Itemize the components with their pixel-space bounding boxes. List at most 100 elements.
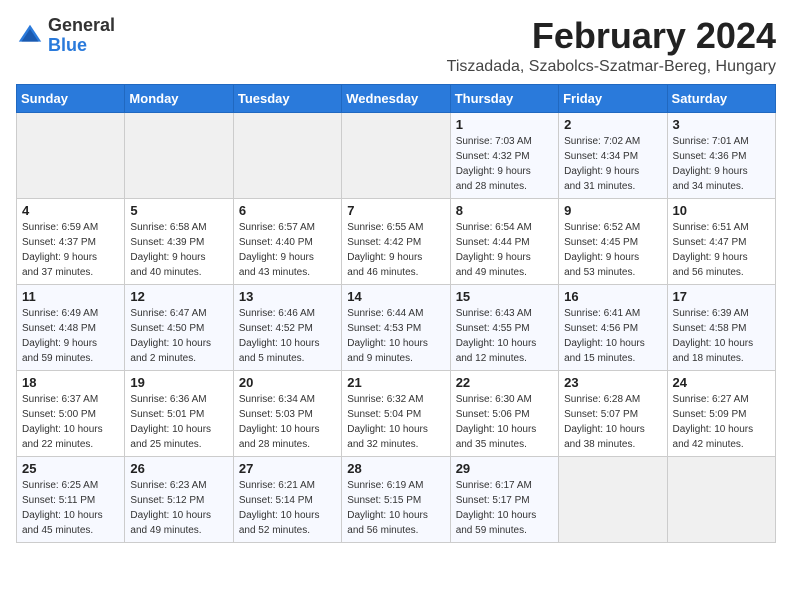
column-header-friday: Friday xyxy=(559,84,667,112)
calendar-cell xyxy=(342,112,450,198)
day-info: Sunrise: 6:23 AM Sunset: 5:12 PM Dayligh… xyxy=(130,478,227,538)
day-number: 25 xyxy=(22,461,119,476)
day-info: Sunrise: 6:36 AM Sunset: 5:01 PM Dayligh… xyxy=(130,392,227,452)
day-number: 3 xyxy=(673,117,770,132)
column-header-sunday: Sunday xyxy=(17,84,125,112)
day-info: Sunrise: 6:51 AM Sunset: 4:47 PM Dayligh… xyxy=(673,220,770,280)
calendar-cell: 4Sunrise: 6:59 AM Sunset: 4:37 PM Daylig… xyxy=(17,198,125,284)
day-info: Sunrise: 6:21 AM Sunset: 5:14 PM Dayligh… xyxy=(239,478,336,538)
calendar-cell: 22 Sunrise: 6:30 AM Sunset: 5:06 PM Dayli… xyxy=(450,370,558,456)
calendar-cell xyxy=(667,456,775,542)
day-info: Sunrise: 6:44 AM Sunset: 4:53 PM Dayligh… xyxy=(347,306,444,366)
day-number: 16 xyxy=(564,289,661,304)
day-number: 18 xyxy=(22,375,119,390)
calendar-week-row: 18 Sunrise: 6:37 AM Sunset: 5:00 PM Dayli… xyxy=(17,370,776,456)
main-title: February 2024 xyxy=(447,16,776,56)
calendar-header-row: SundayMondayTuesdayWednesdayThursdayFrid… xyxy=(17,84,776,112)
day-number: 7 xyxy=(347,203,444,218)
logo: General Blue xyxy=(16,16,115,56)
day-number: 23 xyxy=(564,375,661,390)
day-number: 29 xyxy=(456,461,553,476)
calendar-cell: 17Sunrise: 6:39 AM Sunset: 4:58 PM Dayli… xyxy=(667,284,775,370)
calendar-cell: 23 Sunrise: 6:28 AM Sunset: 5:07 PM Dayli… xyxy=(559,370,667,456)
calendar-cell: 8Sunrise: 6:54 AM Sunset: 4:44 PM Daylig… xyxy=(450,198,558,284)
day-info: Sunrise: 6:58 AM Sunset: 4:39 PM Dayligh… xyxy=(130,220,227,280)
column-header-tuesday: Tuesday xyxy=(233,84,341,112)
calendar-cell: 25 Sunrise: 6:25 AM Sunset: 5:11 PM Dayli… xyxy=(17,456,125,542)
header: General Blue February 2024 Tiszadada, Sz… xyxy=(16,16,776,76)
day-info: Sunrise: 6:46 AM Sunset: 4:52 PM Dayligh… xyxy=(239,306,336,366)
day-number: 17 xyxy=(673,289,770,304)
day-info: Sunrise: 6:17 AM Sunset: 5:17 PM Dayligh… xyxy=(456,478,553,538)
calendar-week-row: 11Sunrise: 6:49 AM Sunset: 4:48 PM Dayli… xyxy=(17,284,776,370)
day-info: Sunrise: 6:47 AM Sunset: 4:50 PM Dayligh… xyxy=(130,306,227,366)
subtitle: Tiszadada, Szabolcs-Szatmar-Bereg, Hunga… xyxy=(447,58,776,76)
calendar-week-row: 25 Sunrise: 6:25 AM Sunset: 5:11 PM Dayli… xyxy=(17,456,776,542)
day-info: Sunrise: 6:19 AM Sunset: 5:15 PM Dayligh… xyxy=(347,478,444,538)
calendar-cell: 9Sunrise: 6:52 AM Sunset: 4:45 PM Daylig… xyxy=(559,198,667,284)
calendar-cell: 19 Sunrise: 6:36 AM Sunset: 5:01 PM Dayli… xyxy=(125,370,233,456)
day-info: Sunrise: 6:32 AM Sunset: 5:04 PM Dayligh… xyxy=(347,392,444,452)
day-info: Sunrise: 7:01 AM Sunset: 4:36 PM Dayligh… xyxy=(673,134,770,194)
calendar-cell: 18 Sunrise: 6:37 AM Sunset: 5:00 PM Dayli… xyxy=(17,370,125,456)
calendar-cell: 21 Sunrise: 6:32 AM Sunset: 5:04 PM Dayli… xyxy=(342,370,450,456)
day-info: Sunrise: 7:02 AM Sunset: 4:34 PM Dayligh… xyxy=(564,134,661,194)
calendar-cell: 7 Sunrise: 6:55 AM Sunset: 4:42 PM Daylig… xyxy=(342,198,450,284)
calendar-week-row: 4Sunrise: 6:59 AM Sunset: 4:37 PM Daylig… xyxy=(17,198,776,284)
day-number: 15 xyxy=(456,289,553,304)
calendar-cell xyxy=(17,112,125,198)
day-number: 5 xyxy=(130,203,227,218)
day-info: Sunrise: 7:03 AM Sunset: 4:32 PM Dayligh… xyxy=(456,134,553,194)
calendar-table: SundayMondayTuesdayWednesdayThursdayFrid… xyxy=(16,84,776,543)
calendar-cell: 24Sunrise: 6:27 AM Sunset: 5:09 PM Dayli… xyxy=(667,370,775,456)
day-info: Sunrise: 6:41 AM Sunset: 4:56 PM Dayligh… xyxy=(564,306,661,366)
day-info: Sunrise: 6:27 AM Sunset: 5:09 PM Dayligh… xyxy=(673,392,770,452)
day-info: Sunrise: 6:54 AM Sunset: 4:44 PM Dayligh… xyxy=(456,220,553,280)
day-number: 9 xyxy=(564,203,661,218)
day-number: 22 xyxy=(456,375,553,390)
title-area: February 2024 Tiszadada, Szabolcs-Szatma… xyxy=(447,16,776,76)
day-info: Sunrise: 6:25 AM Sunset: 5:11 PM Dayligh… xyxy=(22,478,119,538)
calendar-cell: 29 Sunrise: 6:17 AM Sunset: 5:17 PM Dayli… xyxy=(450,456,558,542)
calendar-cell: 11Sunrise: 6:49 AM Sunset: 4:48 PM Dayli… xyxy=(17,284,125,370)
calendar-cell: 10 Sunrise: 6:51 AM Sunset: 4:47 PM Dayli… xyxy=(667,198,775,284)
calendar-cell xyxy=(233,112,341,198)
column-header-wednesday: Wednesday xyxy=(342,84,450,112)
calendar-cell: 15 Sunrise: 6:43 AM Sunset: 4:55 PM Dayli… xyxy=(450,284,558,370)
logo-text: General Blue xyxy=(48,16,115,56)
calendar-cell: 26 Sunrise: 6:23 AM Sunset: 5:12 PM Dayli… xyxy=(125,456,233,542)
day-number: 28 xyxy=(347,461,444,476)
day-info: Sunrise: 6:37 AM Sunset: 5:00 PM Dayligh… xyxy=(22,392,119,452)
calendar-week-row: 1 Sunrise: 7:03 AM Sunset: 4:32 PM Daylig… xyxy=(17,112,776,198)
day-number: 20 xyxy=(239,375,336,390)
day-info: Sunrise: 6:57 AM Sunset: 4:40 PM Dayligh… xyxy=(239,220,336,280)
day-number: 6 xyxy=(239,203,336,218)
day-number: 19 xyxy=(130,375,227,390)
day-number: 14 xyxy=(347,289,444,304)
calendar-cell: 1 Sunrise: 7:03 AM Sunset: 4:32 PM Daylig… xyxy=(450,112,558,198)
day-info: Sunrise: 6:43 AM Sunset: 4:55 PM Dayligh… xyxy=(456,306,553,366)
day-number: 1 xyxy=(456,117,553,132)
day-number: 27 xyxy=(239,461,336,476)
calendar-cell: 14 Sunrise: 6:44 AM Sunset: 4:53 PM Dayli… xyxy=(342,284,450,370)
day-number: 26 xyxy=(130,461,227,476)
day-number: 2 xyxy=(564,117,661,132)
column-header-thursday: Thursday xyxy=(450,84,558,112)
column-header-monday: Monday xyxy=(125,84,233,112)
day-info: Sunrise: 6:34 AM Sunset: 5:03 PM Dayligh… xyxy=(239,392,336,452)
calendar-cell: 13Sunrise: 6:46 AM Sunset: 4:52 PM Dayli… xyxy=(233,284,341,370)
calendar-cell xyxy=(125,112,233,198)
calendar-cell: 12 Sunrise: 6:47 AM Sunset: 4:50 PM Dayli… xyxy=(125,284,233,370)
logo-icon xyxy=(16,22,44,50)
day-info: Sunrise: 6:59 AM Sunset: 4:37 PM Dayligh… xyxy=(22,220,119,280)
day-info: Sunrise: 6:55 AM Sunset: 4:42 PM Dayligh… xyxy=(347,220,444,280)
day-number: 12 xyxy=(130,289,227,304)
calendar-cell: 2 Sunrise: 7:02 AM Sunset: 4:34 PM Daylig… xyxy=(559,112,667,198)
day-number: 11 xyxy=(22,289,119,304)
calendar-cell: 6 Sunrise: 6:57 AM Sunset: 4:40 PM Daylig… xyxy=(233,198,341,284)
day-number: 21 xyxy=(347,375,444,390)
day-info: Sunrise: 6:28 AM Sunset: 5:07 PM Dayligh… xyxy=(564,392,661,452)
day-info: Sunrise: 6:30 AM Sunset: 5:06 PM Dayligh… xyxy=(456,392,553,452)
calendar-cell: 3 Sunrise: 7:01 AM Sunset: 4:36 PM Daylig… xyxy=(667,112,775,198)
day-number: 10 xyxy=(673,203,770,218)
